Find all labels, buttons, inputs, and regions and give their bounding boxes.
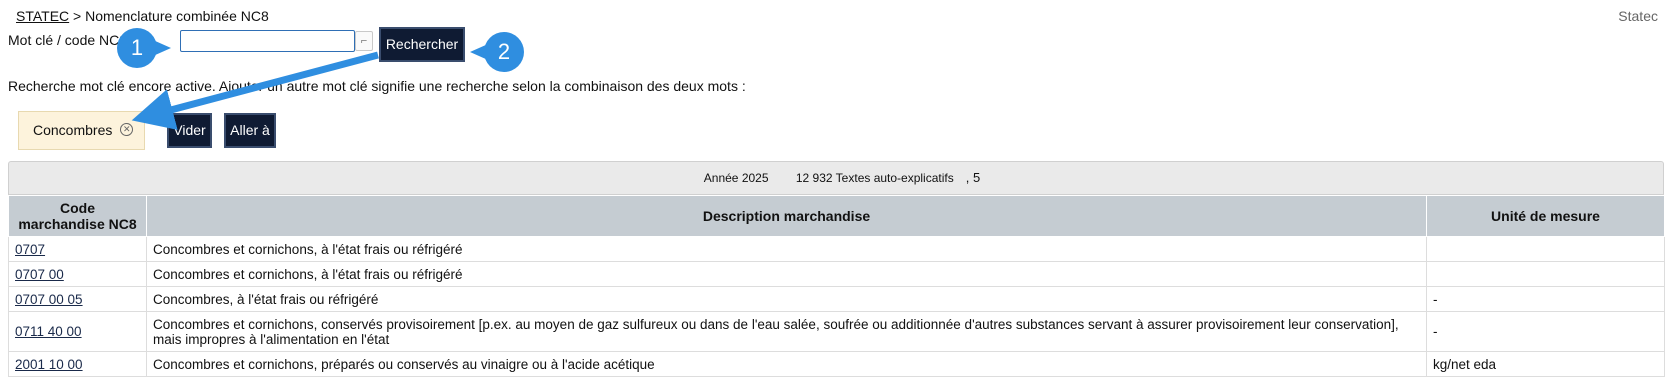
cell-unit — [1426, 236, 1665, 262]
code-link[interactable]: 0707 00 05 — [15, 292, 83, 307]
cell-description: Concombres et cornichons, préparés ou co… — [146, 351, 1427, 377]
column-header-code: Code marchandise NC8 — [8, 195, 147, 237]
search-notice: Recherche mot clé encore active. Ajouter… — [8, 78, 746, 94]
clear-button[interactable]: Vider — [167, 113, 212, 148]
cell-unit: - — [1426, 311, 1665, 352]
column-header-unit: Unité de mesure — [1426, 195, 1665, 237]
cell-code: 0711 40 00 — [8, 311, 147, 352]
column-header-description: Description marchandise — [146, 195, 1427, 237]
table-row: 0707 00 Concombres et cornichons, à l'ét… — [8, 261, 1665, 287]
callout-badge-2: 2 — [470, 32, 524, 72]
code-link[interactable]: 0707 — [15, 242, 45, 257]
stats-year: Année 2025 — [703, 171, 769, 185]
table-header-row: Code marchandise NC8 Description marchan… — [8, 195, 1665, 237]
site-name: Statec — [1618, 8, 1658, 24]
breadcrumb: STATEC > Nomenclature combinée NC8 — [16, 8, 269, 24]
stats-texts: 12 932 Textes auto-explicatifs — [795, 171, 954, 185]
cell-description: Concombres et cornichons, à l'état frais… — [146, 236, 1427, 262]
code-link[interactable]: 0707 00 — [15, 267, 64, 282]
cell-unit: - — [1426, 286, 1665, 312]
results-table: Code marchandise NC8 Description marchan… — [8, 195, 1665, 377]
cell-description: Concombres, à l'état frais ou réfrigéré — [146, 286, 1427, 312]
breadcrumb-current: Nomenclature combinée NC8 — [85, 8, 269, 24]
goto-button[interactable]: Aller à — [224, 113, 276, 148]
table-row: 2001 10 00 Concombres et cornichons, pré… — [8, 351, 1665, 377]
table-row: 0711 40 00 Concombres et cornichons, con… — [8, 311, 1665, 352]
cell-code: 0707 00 05 — [8, 286, 147, 312]
breadcrumb-separator: > — [73, 8, 82, 24]
cell-unit: kg/net eda — [1426, 351, 1665, 377]
search-input[interactable] — [180, 30, 355, 52]
code-link[interactable]: 2001 10 00 — [15, 357, 83, 372]
search-button[interactable]: Rechercher — [379, 27, 465, 62]
cell-description: Concombres et cornichons, à l'état frais… — [146, 261, 1427, 287]
circle-x-icon[interactable]: ✕ — [120, 122, 134, 136]
breadcrumb-statec-link[interactable]: STATEC — [16, 8, 69, 24]
table-row: 0707 Concombres et cornichons, à l'état … — [8, 236, 1665, 262]
cell-unit — [1426, 261, 1665, 287]
code-link[interactable]: 0711 40 00 — [15, 324, 82, 339]
cell-code: 2001 10 00 — [8, 351, 147, 377]
search-label: Mot clé / code NC8 — [8, 32, 128, 48]
cell-code: 0707 00 — [8, 261, 147, 287]
keyword-chip: Concombres ✕ — [18, 111, 145, 150]
table-row: 0707 00 05 Concombres, à l'état frais ou… — [8, 286, 1665, 312]
results-stats-bar: Année 2025 12 932 Textes auto-explicatif… — [8, 161, 1664, 195]
callout-badge-1: 1 — [117, 28, 171, 68]
input-autofill-icon[interactable]: ⌐ — [355, 31, 373, 51]
cell-code: 0707 — [8, 236, 147, 262]
stats-result-count: , 5 — [965, 170, 981, 185]
keyword-chip-label: Concombres — [33, 122, 113, 138]
cell-description: Concombres et cornichons, conservés prov… — [146, 311, 1427, 352]
